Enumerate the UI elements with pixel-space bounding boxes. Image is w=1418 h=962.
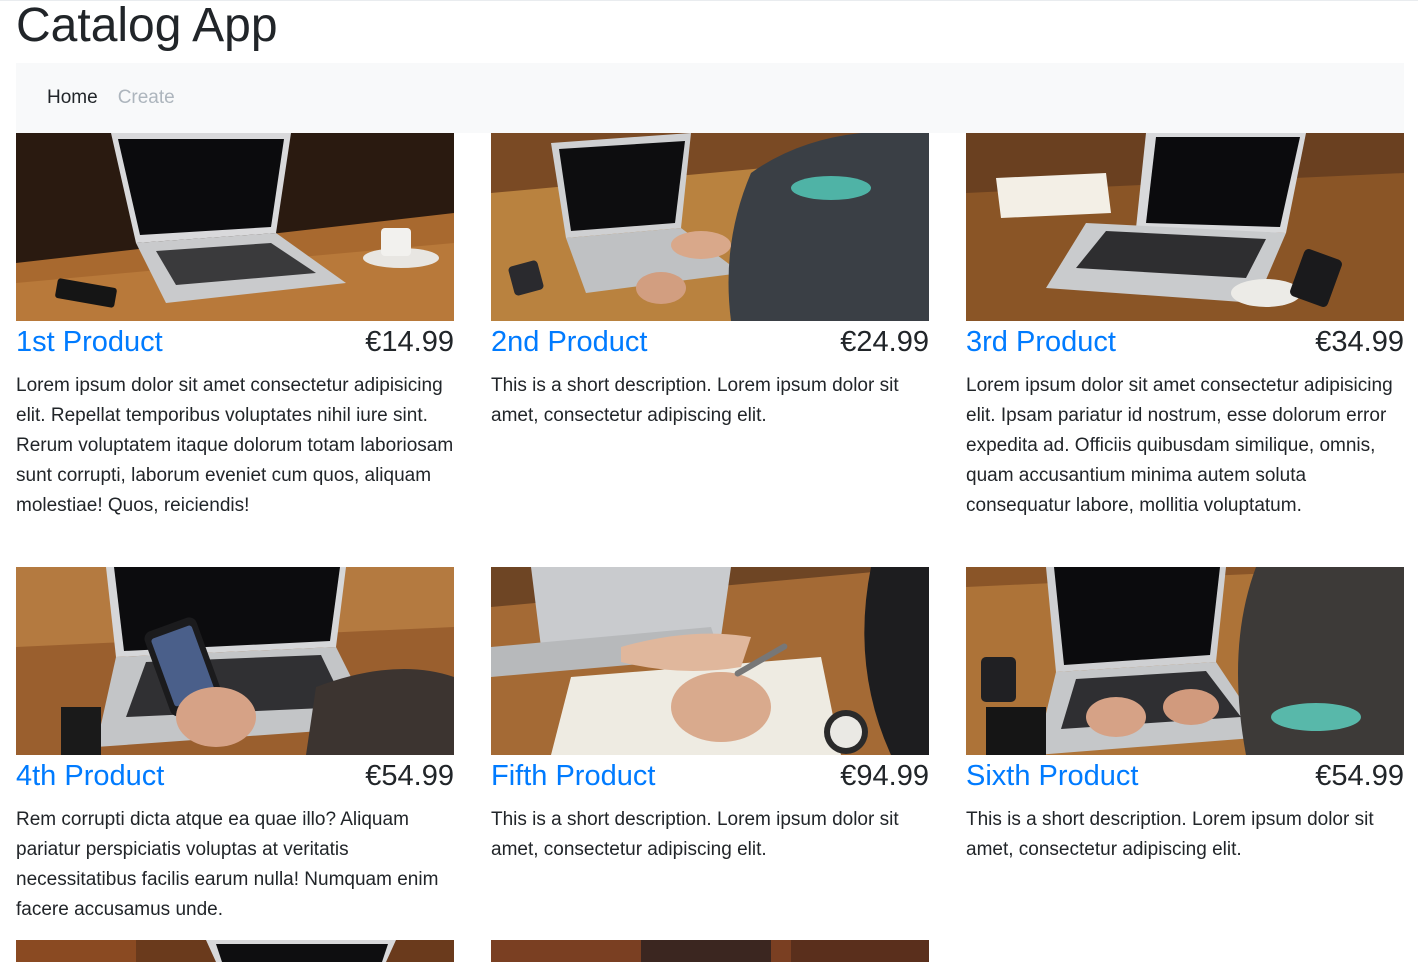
product-name-link[interactable]: 4th Product (16, 757, 164, 795)
nav-home-link[interactable]: Home (47, 87, 98, 109)
product-card: 1st Product €14.99 Lorem ipsum dolor sit… (16, 133, 454, 521)
product-price: €24.99 (840, 326, 929, 358)
product-description: Lorem ipsum dolor sit amet consectetur a… (966, 375, 1393, 516)
product-card: 4th Product €54.99 Rem corrupti dicta at… (16, 567, 454, 925)
product-price: €14.99 (365, 326, 454, 358)
product-card: 2nd Product €24.99 This is a short descr… (491, 133, 929, 431)
product-description: Rem corrupti dicta atque ea quae illo? A… (16, 809, 439, 920)
product-image[interactable] (491, 940, 929, 962)
product-name-link[interactable]: Fifth Product (491, 757, 655, 795)
product-image[interactable] (491, 567, 929, 755)
product-description: This is a short description. Lorem ipsum… (491, 375, 899, 426)
product-image[interactable] (16, 940, 454, 962)
product-image[interactable] (16, 133, 454, 321)
nav-create-link[interactable]: Create (118, 87, 175, 109)
product-description: Lorem ipsum dolor sit amet consectetur a… (16, 375, 454, 516)
product-card: 3rd Product €34.99 Lorem ipsum dolor sit… (966, 133, 1404, 521)
product-image[interactable] (16, 567, 454, 755)
product-name-link[interactable]: 2nd Product (491, 323, 647, 361)
product-description: This is a short description. Lorem ipsum… (491, 809, 899, 860)
product-card: Fifth Product €94.99 This is a short des… (491, 567, 929, 865)
product-price: €54.99 (1315, 760, 1404, 792)
product-price: €94.99 (840, 760, 929, 792)
product-image[interactable] (966, 133, 1404, 321)
product-name-link[interactable]: 3rd Product (966, 323, 1116, 361)
product-name-link[interactable]: Sixth Product (966, 757, 1138, 795)
product-card: Sixth Product €54.99 This is a short des… (966, 567, 1404, 865)
product-price: €54.99 (365, 760, 454, 792)
product-description: This is a short description. Lorem ipsum… (966, 809, 1374, 860)
product-image[interactable] (966, 567, 1404, 755)
navbar: Home Create (16, 63, 1404, 133)
product-name-link[interactable]: 1st Product (16, 323, 163, 361)
product-image[interactable] (491, 133, 929, 321)
app-title: Catalog App (16, 0, 278, 52)
product-price: €34.99 (1315, 326, 1404, 358)
